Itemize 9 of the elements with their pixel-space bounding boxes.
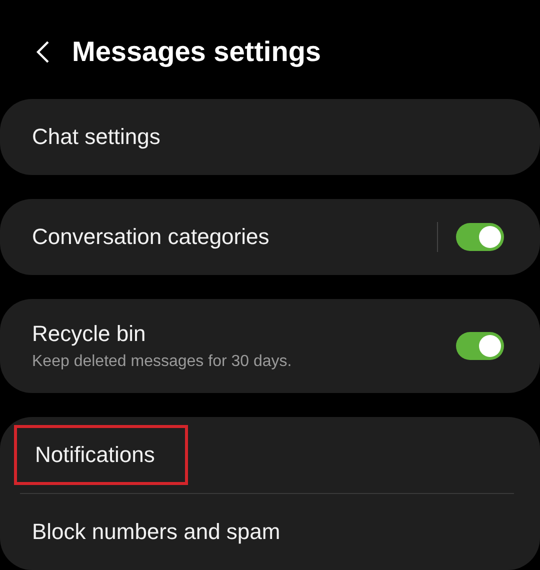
setting-label[interactable]: Recycle bin [32, 321, 146, 347]
setting-label[interactable]: Conversation categories [32, 224, 270, 250]
setting-label[interactable]: Chat settings [32, 124, 160, 150]
toggle-switch[interactable] [456, 223, 504, 251]
setting-label[interactable]: Block numbers and spam [32, 519, 280, 545]
toggle-switch[interactable] [456, 332, 504, 360]
highlighted-setting-label[interactable]: Notifications [14, 425, 188, 485]
setting-summary: Keep deleted messages for 30 days. [32, 353, 293, 371]
page-title: Messages settings [72, 36, 321, 68]
